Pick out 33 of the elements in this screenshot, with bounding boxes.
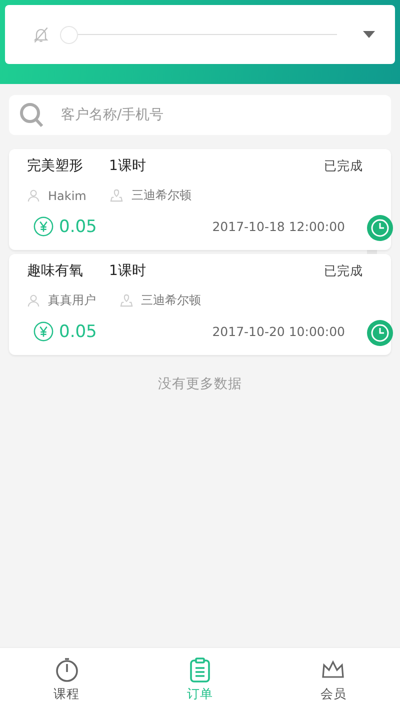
no-more-data-text: 没有更多数据 (157, 375, 243, 393)
slider-thumb[interactable] (60, 26, 78, 44)
course-name: 趣味有氧 (27, 262, 83, 280)
location-name: 三迪希尔顿 (141, 292, 201, 309)
order-time: 2017-10-18 12:00:00 (212, 219, 345, 234)
order-status: 已完成 (324, 158, 363, 174)
location-icon (120, 294, 133, 307)
order-card[interactable]: 完美塑形 1课时 已完成 Hakim 三迪希尔顿 0.05 2017-10-18 12:00:00 (9, 149, 391, 250)
clock-icon (367, 215, 393, 241)
bell-off-icon[interactable] (32, 26, 50, 44)
order-card[interactable]: 趣味有氧 1课时 已完成 真真用户 三迪希尔顿 0.05 2017-10-20 10:00:00 (9, 254, 391, 355)
nav-tab[interactable]: 课程 (0, 648, 134, 711)
location-name: 三迪希尔顿 (131, 187, 192, 204)
lesson-hours: 1课时 (109, 157, 146, 175)
price: 0.05 (59, 322, 97, 342)
customer-name: 真真用户 (48, 292, 96, 309)
order-status: 已完成 (324, 262, 363, 280)
person-icon (27, 294, 40, 307)
yuan-icon (33, 216, 54, 237)
course-name: 完美塑形 (27, 157, 83, 175)
caret-icon[interactable] (363, 30, 375, 38)
lesson-hours: 1课时 (109, 262, 146, 280)
person-icon (27, 189, 40, 202)
customer-name: Hakim (48, 188, 86, 202)
price: 0.05 (59, 216, 97, 236)
location-icon (110, 189, 124, 202)
nav-tab[interactable]: 会员 (266, 648, 400, 711)
clock-icon (367, 320, 393, 346)
stopwatch-icon (54, 656, 80, 682)
search-field[interactable]: 客户名称/手机号 (9, 95, 391, 135)
search-icon (19, 102, 45, 128)
order-time: 2017-10-20 10:00:00 (212, 324, 345, 339)
yuan-icon (33, 321, 54, 342)
